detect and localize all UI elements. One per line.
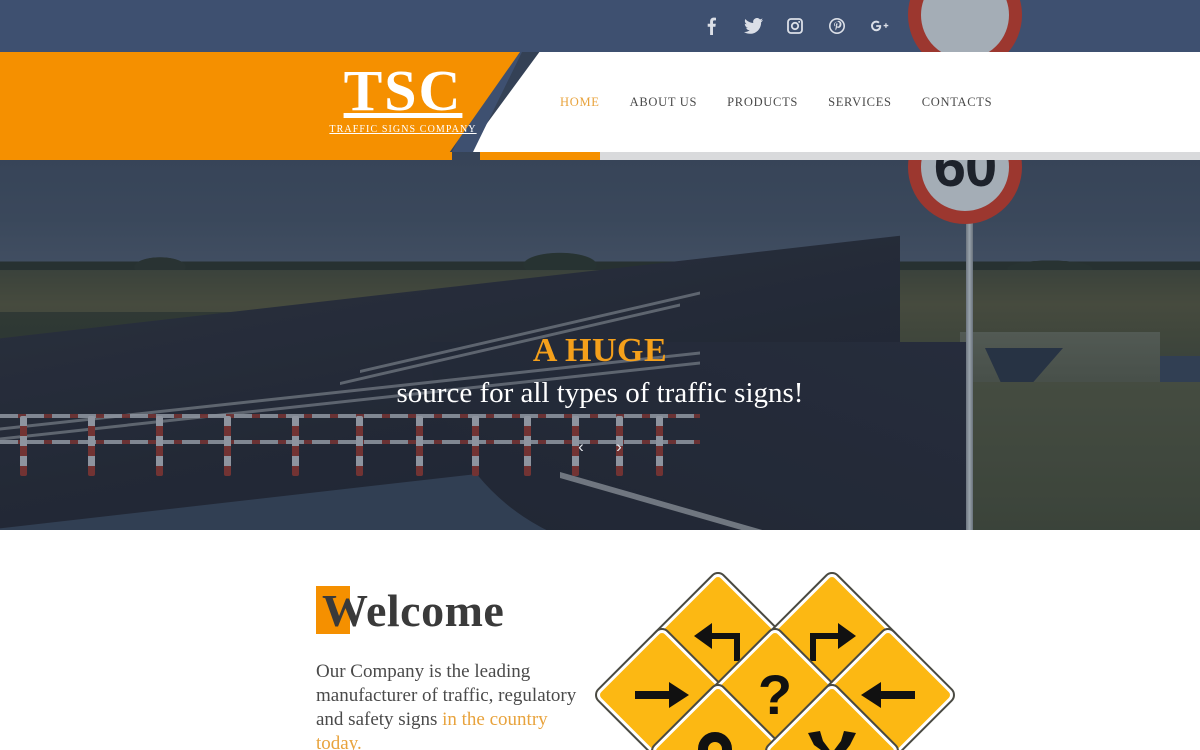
- header-underline-gray: [600, 152, 1200, 160]
- welcome-heading-text: Welcome: [322, 585, 505, 636]
- nav-item-contacts[interactable]: CONTACTS: [922, 95, 993, 110]
- welcome-paragraph: Our Company is the leading manufacturer …: [316, 660, 588, 750]
- nav-item-services[interactable]: SERVICES: [828, 95, 892, 110]
- nav-item-products[interactable]: PRODUCTS: [727, 95, 798, 110]
- logo-tagline: TRAFFIC SIGNS COMPANY: [329, 124, 477, 135]
- welcome-heading: Welcome: [316, 586, 504, 638]
- hero-caption-line-2: source for all types of traffic signs!: [396, 377, 804, 409]
- nav-item-about-us[interactable]: ABOUT US: [630, 95, 698, 110]
- main-navigation: HOME ABOUT US PRODUCTS SERVICES CONTACTS: [560, 52, 992, 152]
- nav-item-home[interactable]: HOME: [560, 95, 600, 110]
- header-underline-orange: [480, 152, 600, 160]
- welcome-section: Welcome Our Company is the leading manuf…: [0, 530, 1200, 750]
- slider-next-button[interactable]: ›: [607, 435, 631, 459]
- split-arrow-icon: [787, 706, 877, 750]
- logo-text: TSC: [343, 58, 463, 123]
- site-logo[interactable]: TSC TRAFFIC SIGNS COMPANY: [313, 58, 493, 136]
- header-underline-left: [0, 152, 452, 160]
- welcome-heading-wrap: Welcome: [316, 586, 504, 638]
- speed-limit-sign-top-partial: [908, 0, 1022, 52]
- site-header: TSC TRAFFIC SIGNS COMPANY HOME ABOUT US …: [0, 52, 1200, 160]
- slider-controls: ‹ ›: [0, 435, 1200, 459]
- u-turn-icon: [673, 706, 763, 750]
- speed-sign-top-crop: [0, 0, 1200, 52]
- hero-caption-line-1: A HUGE: [532, 332, 668, 369]
- slider-prev-button[interactable]: ‹: [569, 435, 593, 459]
- sign-cluster-image: ?: [591, 568, 959, 750]
- page-root: 60 A HUGE source for all types of traffi…: [0, 0, 1200, 750]
- hero-caption: A HUGE source for all types of traffic s…: [0, 332, 1200, 410]
